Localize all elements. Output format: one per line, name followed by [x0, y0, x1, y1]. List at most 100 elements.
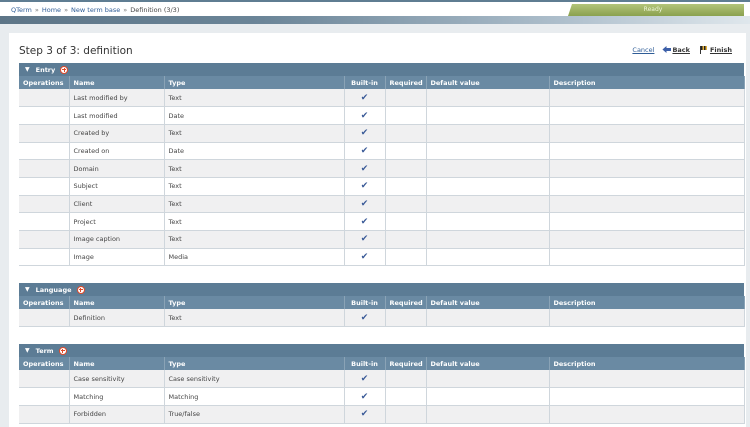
name-cell: Created on	[69, 142, 165, 161]
name-cell: Subject	[69, 177, 165, 196]
type-cell: Text	[164, 159, 345, 178]
default-value-cell	[426, 177, 550, 196]
table-row[interactable]: Client Text ✔	[19, 195, 745, 214]
built-in-cell: ✔	[344, 230, 386, 249]
required-cell	[385, 89, 427, 108]
checkmark-icon: ✔	[360, 145, 369, 156]
main-panel: Step 3 of 3: definition Cancel Back Fini…	[9, 33, 746, 427]
name-cell: Client	[69, 195, 165, 214]
type-cell: Date	[164, 106, 345, 125]
default-value-cell	[426, 248, 550, 267]
name-cell: Created by	[69, 124, 165, 143]
default-value-cell	[426, 124, 550, 143]
breadcrumb-current: Definition (3/3)	[130, 6, 180, 14]
operations-cell	[19, 89, 70, 108]
section-term: ▼ Term Operations Name Type Built-in Required D…	[19, 344, 745, 424]
breadcrumb-qterm[interactable]: QTerm	[11, 6, 32, 14]
add-field-icon[interactable]	[76, 285, 85, 294]
checkmark-icon: ✔	[360, 163, 369, 174]
name-cell: Forbidden	[69, 405, 165, 424]
required-cell	[385, 212, 427, 231]
table-row[interactable]: Subject Text ✔	[19, 177, 745, 196]
breadcrumb-home[interactable]: Home	[42, 6, 61, 14]
section-header[interactable]: ▼ Entry	[19, 63, 744, 76]
table-row[interactable]: Created by Text ✔	[19, 124, 745, 143]
description-cell	[549, 106, 745, 125]
description-cell	[549, 309, 745, 328]
breadcrumb-separator: »	[64, 6, 69, 14]
column-header-type: Type	[164, 76, 345, 89]
checkmark-icon: ✔	[360, 181, 369, 192]
built-in-cell: ✔	[344, 124, 386, 143]
checkmark-icon: ✔	[360, 110, 369, 121]
add-field-icon[interactable]	[58, 346, 67, 355]
column-header-default-value: Default value	[426, 357, 550, 370]
required-cell	[385, 106, 427, 125]
add-field-icon[interactable]	[60, 65, 69, 74]
table-row[interactable]: Matching Matching ✔	[19, 387, 745, 406]
name-cell: Matching	[69, 387, 165, 406]
name-cell: Domain	[69, 159, 165, 178]
table-row[interactable]: Image caption Text ✔	[19, 230, 745, 249]
operations-cell	[19, 248, 70, 267]
column-header-default-value: Default value	[426, 76, 550, 89]
default-value-cell	[426, 387, 550, 406]
column-header-type: Type	[164, 357, 345, 370]
collapse-triangle-icon[interactable]: ▼	[25, 347, 30, 354]
column-header-required: Required	[385, 357, 427, 370]
finish-label: Finish	[709, 45, 732, 54]
operations-cell	[19, 195, 70, 214]
collapse-triangle-icon[interactable]: ▼	[25, 66, 30, 73]
table-header-row: Operations Name Type Built-in Required Defaul…	[19, 357, 745, 370]
description-cell	[549, 405, 745, 424]
name-cell: Last modified	[69, 106, 165, 125]
table-row[interactable]: Last modified Date ✔	[19, 106, 745, 125]
column-header-description: Description	[549, 357, 745, 370]
description-cell	[549, 230, 745, 249]
table-row[interactable]: Domain Text ✔	[19, 159, 745, 178]
section-title: Term	[35, 346, 54, 355]
section-header[interactable]: ▼ Term	[19, 344, 744, 357]
checkmark-icon: ✔	[360, 216, 369, 227]
operations-cell	[19, 159, 70, 178]
description-cell	[549, 159, 745, 178]
table-row[interactable]: Case sensitivity Case sensitivity ✔	[19, 370, 745, 389]
table-row[interactable]: Image Media ✔	[19, 248, 745, 267]
type-cell: Text	[164, 309, 345, 328]
type-cell: Date	[164, 142, 345, 161]
operations-cell	[19, 387, 70, 406]
built-in-cell: ✔	[344, 309, 386, 328]
column-header-description: Description	[549, 296, 745, 309]
operations-cell	[19, 177, 70, 196]
table-row[interactable]: Project Text ✔	[19, 212, 745, 231]
name-cell: Project	[69, 212, 165, 231]
column-header-required: Required	[385, 296, 427, 309]
fields-table: Operations Name Type Built-in Required Defaul…	[19, 296, 745, 328]
column-header-required: Required	[385, 76, 427, 89]
column-header-name: Name	[69, 296, 165, 309]
built-in-cell: ✔	[344, 142, 386, 161]
name-cell: Definition	[69, 309, 165, 328]
built-in-cell: ✔	[344, 106, 386, 125]
table-row[interactable]: Last modified by Text ✔	[19, 89, 745, 108]
checkmark-icon: ✔	[360, 234, 369, 245]
column-header-built-in: Built-in	[344, 76, 386, 89]
table-row[interactable]: Created on Date ✔	[19, 142, 745, 161]
column-header-default-value: Default value	[426, 296, 550, 309]
breadcrumb-new-term-base[interactable]: New term base	[71, 6, 120, 14]
default-value-cell	[426, 405, 550, 424]
collapse-triangle-icon[interactable]: ▼	[25, 286, 30, 293]
finish-button[interactable]: Finish	[698, 45, 732, 54]
table-row[interactable]: Forbidden True/false ✔	[19, 405, 745, 424]
default-value-cell	[426, 89, 550, 108]
table-row[interactable]: Definition Text ✔	[19, 309, 745, 328]
back-button[interactable]: Back	[662, 46, 690, 54]
cancel-link[interactable]: Cancel	[632, 46, 654, 54]
required-cell	[385, 142, 427, 161]
description-cell	[549, 195, 745, 214]
description-cell	[549, 387, 745, 406]
column-header-operations: Operations	[19, 296, 70, 309]
default-value-cell	[426, 142, 550, 161]
built-in-cell: ✔	[344, 248, 386, 267]
section-header[interactable]: ▼ Language	[19, 283, 744, 296]
